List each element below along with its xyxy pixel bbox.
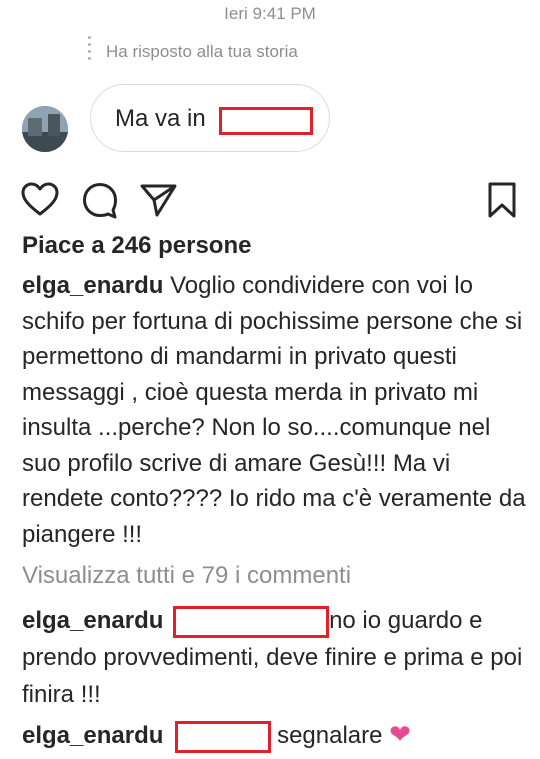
message-timestamp: Ieri 9:41 PM	[224, 4, 316, 23]
share-icon[interactable]	[138, 180, 178, 220]
redaction-box	[175, 720, 272, 753]
likes-count[interactable]: Piace a 246 persone	[22, 232, 251, 260]
story-reply-line	[88, 36, 92, 66]
redaction-box	[219, 107, 313, 135]
comment-username[interactable]: elga_enardu	[22, 607, 163, 634]
comment-username[interactable]: elga_enardu	[22, 722, 163, 749]
view-all-comments-link[interactable]: Visualizza tutti e 79 i commenti	[22, 562, 351, 590]
like-icon[interactable]	[20, 180, 60, 220]
message-text-content: Ma va in	[115, 105, 206, 132]
message-text: Ma va in	[115, 105, 206, 133]
post-caption: elga_enardu Voglio condividere con voi l…	[22, 268, 528, 552]
caption-text: Voglio condividere con voi lo schifo per…	[22, 272, 526, 548]
redaction-box	[173, 605, 330, 638]
caption-username[interactable]: elga_enardu	[22, 272, 163, 299]
story-reply-label: Ha risposto alla tua storia	[106, 42, 298, 61]
comment-item: elga_enardu segnalare ❤	[22, 716, 532, 754]
save-icon[interactable]	[482, 180, 522, 220]
comment-text: segnalare	[277, 722, 383, 749]
sender-avatar[interactable]	[22, 106, 68, 152]
comment-icon[interactable]	[80, 180, 120, 220]
heart-emoji-icon: ❤	[389, 719, 411, 749]
message-bubble[interactable]: Ma va in	[90, 84, 330, 152]
comment-item: elga_enardu no io guardo e prendo provve…	[22, 602, 532, 713]
